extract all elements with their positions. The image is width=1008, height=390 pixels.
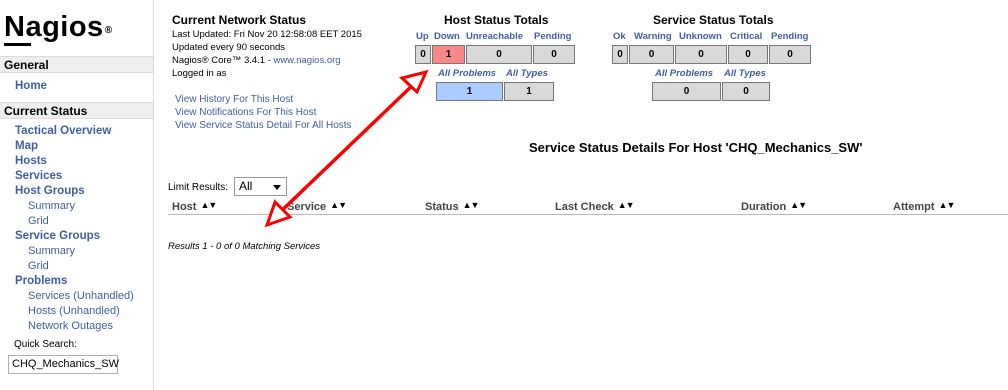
double-headed-arrow-icon	[264, 69, 429, 228]
